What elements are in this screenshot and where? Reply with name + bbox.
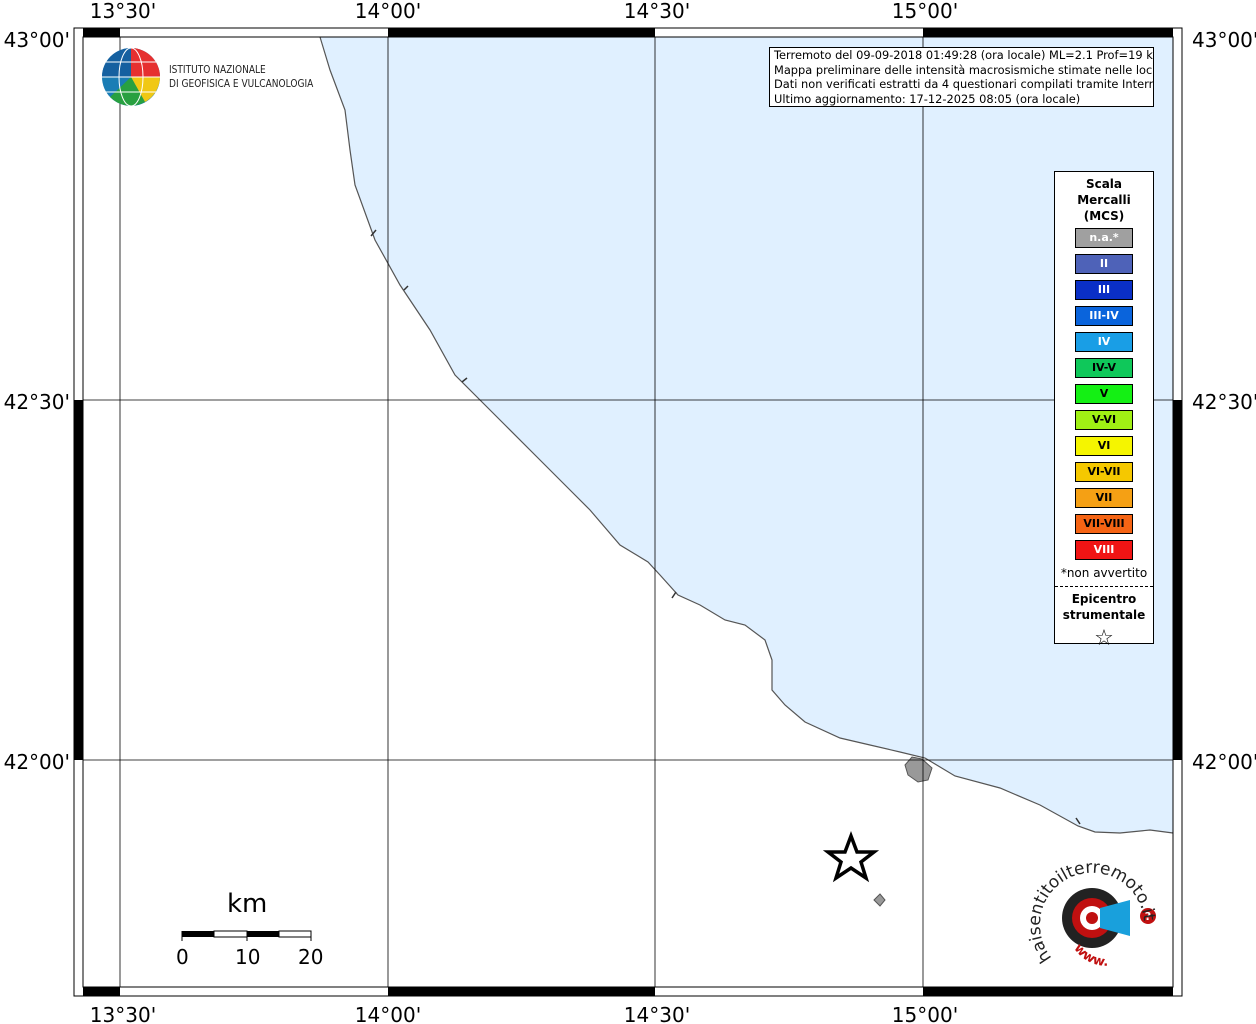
legend-title-line: (MCS) (1083, 209, 1125, 223)
intensity-swatch: III-IV (1075, 306, 1133, 326)
legend-title-line: Mercalli (1077, 193, 1131, 207)
intensity-swatch: II (1075, 254, 1133, 274)
lat-label-left: 43°00' (4, 28, 70, 52)
intensity-swatch: VI-VII (1075, 462, 1133, 482)
island (873, 893, 886, 907)
lon-label-top: 13°30' (90, 0, 156, 23)
event-info-line: Mappa preliminare delle intensità macros… (774, 62, 1154, 77)
ingv-logo-icon (102, 47, 160, 107)
logo-line: ISTITUTO NAZIONALE (169, 64, 266, 76)
lon-label-bottom: 15°00' (892, 1003, 958, 1024)
intensity-swatch: VII-VIII (1075, 514, 1133, 534)
intensity-swatch: VII (1075, 488, 1133, 508)
legend-epicenter-label: Epicentro strumentale (1055, 591, 1153, 623)
island (904, 756, 933, 783)
lat-label-left: 42°30' (4, 390, 70, 414)
scalebar-tick-label: 20 (298, 945, 324, 969)
lat-label-right: 43°00' (1192, 28, 1256, 52)
event-info-line: Dati non verificati estratti da 4 questi… (774, 77, 1154, 92)
legend-epicenter-line: Epicentro (1071, 592, 1137, 606)
lon-label-top: 14°00' (355, 0, 421, 23)
lon-label-bottom: 14°00' (355, 1003, 421, 1024)
event-info-box: Terremoto del 09-09-2018 01:49:28 (ora l… (769, 47, 1154, 107)
legend-note: *non avvertito (1060, 566, 1148, 580)
legend-divider (1055, 586, 1153, 587)
lat-label-right: 42°00' (1192, 750, 1256, 774)
lon-label-top: 14°30' (624, 0, 690, 23)
scalebar-tick-label: 10 (235, 945, 261, 969)
event-info-line: Terremoto del 09-09-2018 01:49:28 (ora l… (774, 48, 1154, 62)
intensity-swatch: IV (1075, 332, 1133, 352)
intensity-scale-list: n.a.* II III III-IV IV IV-V V V-VI VI VI-VII VII VI… (1055, 228, 1153, 560)
coastal-mark (671, 591, 677, 599)
sea-area (320, 37, 1173, 833)
epicenter-legend-star-icon: ☆ (1094, 626, 1114, 651)
intensity-swatch: VIII (1075, 540, 1133, 560)
intensity-swatch: n.a.* (1075, 228, 1133, 248)
legend-title: Scala Mercalli (MCS) (1055, 172, 1153, 224)
intensity-swatch: V-VI (1075, 410, 1133, 430)
intensity-swatch: IV-V (1075, 358, 1133, 378)
lat-label-right: 42°30' (1192, 390, 1256, 414)
legend-epicenter-line: strumentale (1062, 608, 1146, 622)
intensity-swatch: V (1075, 384, 1133, 404)
event-info-line: Ultimo aggiornamento: 17-12-2025 08:05 (… (774, 91, 1081, 106)
legend-title-line: Scala (1085, 177, 1123, 191)
lon-label-bottom: 14°30' (624, 1003, 690, 1024)
scalebar-unit: km (227, 889, 268, 919)
epicenter-star-icon (822, 831, 880, 883)
scalebar-tick-label: 0 (176, 945, 189, 969)
lon-label-bottom: 13°30' (90, 1003, 156, 1024)
lon-label-top: 15°00' (892, 0, 958, 23)
scale-bar (181, 930, 312, 941)
mcs-legend: Scala Mercalli (MCS) n.a.* II III III-IV IV I… (1054, 171, 1154, 651)
intensity-swatch: VI (1075, 436, 1133, 456)
intensity-swatch: III (1075, 280, 1133, 300)
ingv-logo-text: ISTITUTO NAZIONALE DI GEOFISICA E VULCAN… (169, 63, 313, 91)
lat-label-left: 42°00' (4, 750, 70, 774)
logo-line: DI GEOFISICA E VULCANOLOGIA (169, 78, 314, 90)
